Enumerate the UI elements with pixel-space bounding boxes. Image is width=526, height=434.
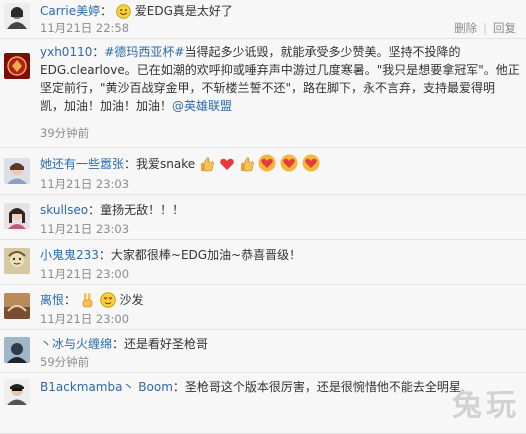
comment-item: skullseo：童扬无敌！！！ 11月21日 23:03 — [0, 195, 526, 240]
comment-username[interactable]: 丶冰与火缠绵 — [40, 337, 112, 351]
reply-button[interactable]: 回复 — [493, 21, 516, 35]
comment-text: 大家都很棒~EDG加油~恭喜晋级！ — [110, 248, 302, 262]
heart-icon — [258, 154, 276, 177]
mention-link[interactable]: @英雄联盟 — [172, 99, 232, 113]
avatar[interactable] — [4, 293, 30, 319]
comment-username[interactable]: yxh0110 — [40, 45, 92, 59]
comment-username[interactable]: skullseo — [40, 203, 88, 217]
comment-time: 11月21日 23:00 — [40, 267, 130, 281]
comment-text: 凯，加油！加油！加油！ — [40, 99, 173, 113]
comment-username[interactable]: 离恨 — [40, 293, 64, 307]
comment-item: B1ackmamba丶 Boom：圣枪哥这个版本很厉害，还是很惋惜他不能去全明星 — [0, 373, 526, 434]
comment-text: 童扬无敌！！！ — [100, 203, 185, 217]
heart-icon — [219, 156, 235, 177]
comment-username[interactable]: B1ackmamba丶 Boom — [40, 380, 173, 394]
comment-time: 39分钟前 — [40, 126, 90, 140]
comment-text: 坚定前行，"黄沙百战穿金甲，不斩楼兰誓不还"，路在脚下，永不言弃，支持最爱得明 — [40, 81, 496, 95]
comment-item: 小鬼鬼233：大家都很棒~EDG加油~恭喜晋级！ 11月21日 23:00 — [0, 240, 526, 285]
comment-username[interactable]: 小鬼鬼233 — [40, 248, 99, 262]
avatar[interactable] — [4, 203, 30, 229]
heart-icon — [302, 154, 320, 177]
comment-item: 她还有一些嚣张：我爱snake 11月21日 23:03 — [0, 148, 526, 195]
comment-username[interactable]: 她还有一些嚣张 — [40, 157, 124, 171]
thumbs-up-icon — [199, 156, 215, 177]
victory-hand-icon — [80, 292, 96, 313]
avatar[interactable] — [4, 337, 30, 363]
avatar[interactable] — [4, 158, 30, 184]
comment-item: Carrie美婷： 爱EDG真是太好了 11月21日 22:58 删除 | 回复 — [0, 0, 526, 39]
comment-actions: 删除 | 回复 — [454, 21, 516, 35]
comment-text: 我爱snake — [136, 157, 196, 171]
avatar[interactable] — [4, 379, 30, 405]
delete-button[interactable]: 删除 — [454, 21, 477, 35]
comment-text: EDG.clearlove。已在如潮的欢呼抑或唾弃声中游过几度寒暑。"我只是想要… — [40, 63, 520, 77]
topic-link[interactable]: #德玛西亚杯# — [104, 45, 184, 59]
comment-text: 沙发 — [119, 293, 144, 307]
comment-time: 11月21日 22:58 — [40, 21, 130, 35]
comment-time: 11月21日 23:03 — [40, 222, 130, 236]
avatar[interactable] — [4, 53, 30, 79]
thumbs-up-icon — [239, 156, 255, 177]
comment-time: 11月21日 23:00 — [40, 312, 130, 326]
comment-item: 离恨： 沙发 11月21日 23:00 — [0, 285, 526, 330]
avatar[interactable] — [4, 3, 30, 29]
comment-time: 11月21日 23:03 — [40, 177, 130, 191]
comment-username[interactable]: Carrie美婷 — [40, 4, 100, 18]
comment-item: yxh0110：#德玛西亚杯#当得起多少诋毁，就能承受多少赞美。坚持不投降的 E… — [0, 39, 526, 148]
watermark-logo: 兔玩 — [452, 388, 520, 423]
avatar[interactable] — [4, 248, 30, 274]
comment-time: 59分钟前 — [40, 355, 90, 369]
comment-text: 爱EDG真是太好了 — [134, 4, 233, 18]
comment-feed: Carrie美婷： 爱EDG真是太好了 11月21日 22:58 删除 | 回复 y… — [0, 0, 526, 434]
comment-text: 圣枪哥这个版本很厉害，还是很惋惜他不能去全明星 — [184, 380, 461, 394]
heart-icon — [280, 154, 298, 177]
comment-text: 当得起多少诋毁，就能承受多少赞美。坚持不投降的 — [184, 45, 461, 59]
comment-text: 还是看好圣枪哥 — [124, 337, 209, 351]
comment-item: 丶冰与火缠绵：还是看好圣枪哥 59分钟前 — [0, 330, 526, 373]
love-face-icon — [99, 292, 116, 313]
